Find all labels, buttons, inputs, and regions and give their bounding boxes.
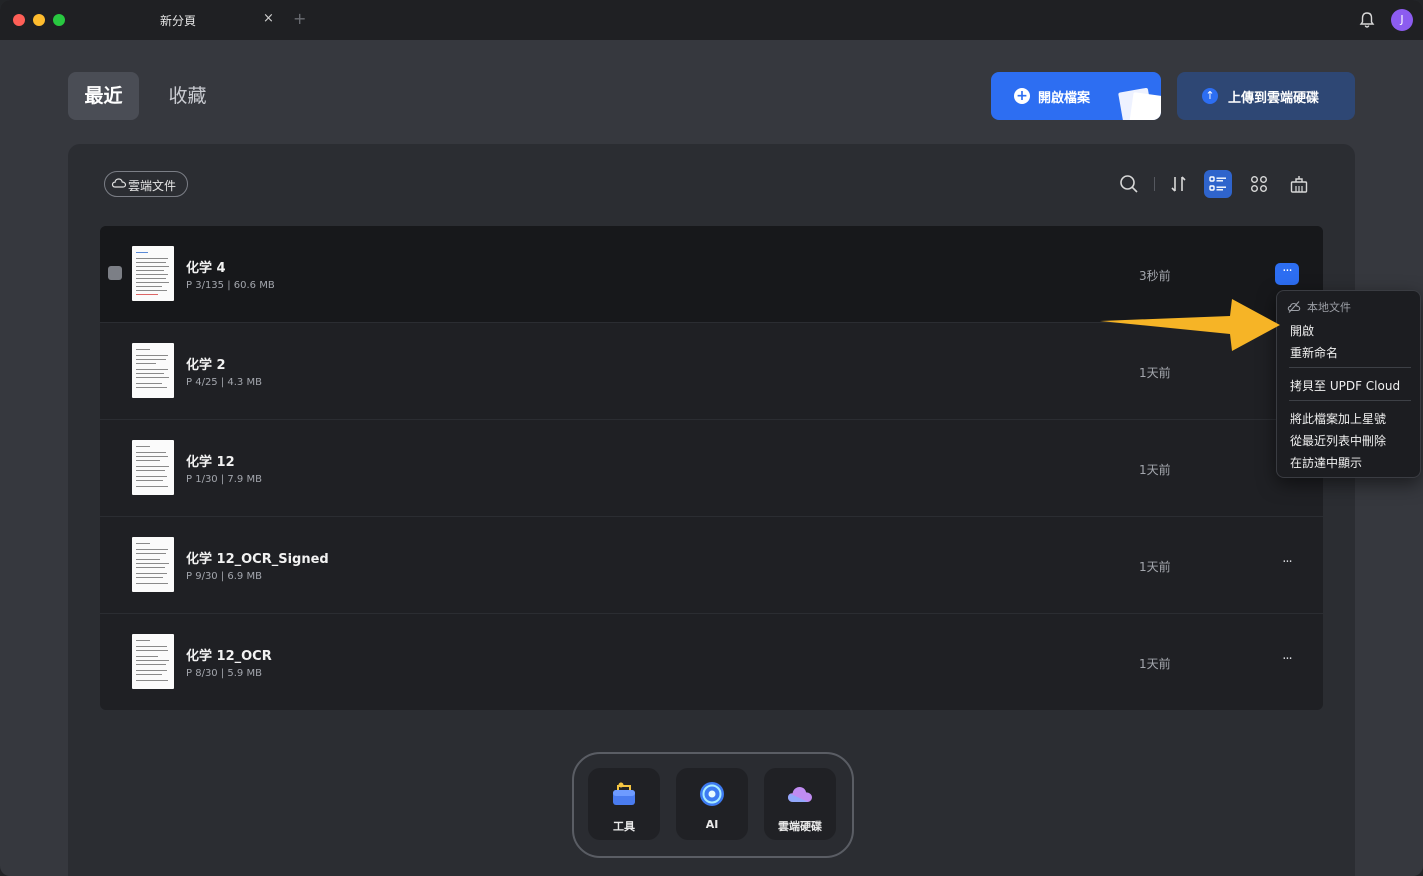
open-file-label: 開啟檔案	[1038, 91, 1091, 106]
upload-label: 上傳到雲端硬碟	[1228, 91, 1320, 106]
tab-new-page[interactable]: 新分頁 ×	[80, 0, 280, 40]
zoom-window-button[interactable]	[53, 14, 65, 26]
file-time: 1天前	[1139, 560, 1171, 574]
file-time: 1天前	[1139, 463, 1171, 477]
dock-tools-label: 工具	[613, 820, 635, 833]
file-time: 1天前	[1139, 366, 1171, 380]
menu-item-copy-to-cloud[interactable]: 拷貝至 UPDF Cloud	[1290, 377, 1400, 394]
upload-arrow-icon: ↑	[1202, 88, 1218, 104]
close-tab-icon[interactable]: ×	[263, 11, 274, 26]
open-file-button[interactable]: + 開啟檔案	[991, 72, 1161, 120]
menu-item-star[interactable]: 將此檔案加上星號	[1290, 410, 1386, 427]
list-view-icon[interactable]	[1204, 170, 1232, 198]
file-meta: P 4/25 | 4.3 MB	[186, 377, 262, 388]
file-context-menu: 本地文件 開啟 重新命名 拷貝至 UPDF Cloud 將此檔案加上星號 從最近…	[1276, 290, 1421, 478]
upload-to-cloud-button[interactable]: ↑ 上傳到雲端硬碟	[1177, 72, 1355, 120]
tab-recent[interactable]: 最近	[68, 72, 139, 120]
toolbox-icon	[613, 782, 635, 805]
tab-favorites[interactable]: 收藏	[152, 72, 223, 120]
dock-ai-button[interactable]: AI	[676, 768, 748, 840]
annotation-arrow	[1100, 299, 1280, 351]
file-thumbnail	[132, 537, 174, 592]
menu-item-show-in-finder[interactable]: 在訪達中顯示	[1290, 454, 1362, 471]
cloud-documents-label: 雲端文件	[128, 179, 177, 193]
more-options-button[interactable]: ···	[1275, 651, 1299, 673]
menu-divider	[1289, 367, 1411, 368]
file-meta: P 8/30 | 5.9 MB	[186, 668, 262, 679]
bottom-dock: 工具 AI 雲端硬碟	[572, 752, 854, 858]
notification-bell-icon[interactable]	[1358, 11, 1376, 29]
file-meta: P 3/135 | 60.6 MB	[186, 280, 275, 291]
menu-item-open[interactable]: 開啟	[1290, 322, 1314, 339]
ai-icon	[700, 782, 724, 806]
menu-divider	[1289, 400, 1411, 401]
cloud-documents-filter[interactable]: 雲端文件	[104, 171, 188, 197]
more-options-button[interactable]: ···	[1275, 263, 1299, 285]
file-time: 3秒前	[1139, 269, 1171, 283]
title-bar: 新分頁 × + J	[0, 0, 1423, 40]
plus-icon: +	[1014, 88, 1030, 104]
file-thumbnail	[132, 246, 174, 301]
file-meta: P 9/30 | 6.9 MB	[186, 571, 262, 582]
toolbar-divider	[1154, 177, 1155, 191]
file-time: 1天前	[1139, 657, 1171, 671]
table-row[interactable]: 化学 12 P 1/30 | 7.9 MB 1天前	[100, 420, 1323, 517]
cloud-icon	[111, 178, 127, 188]
sort-icon[interactable]	[1165, 170, 1193, 198]
dock-cloud-label: 雲端硬碟	[778, 820, 822, 833]
file-name: 化学 12	[186, 455, 235, 470]
search-icon[interactable]	[1115, 170, 1143, 198]
file-thumbnail	[132, 440, 174, 495]
table-row[interactable]: 化学 12_OCR_Signed P 9/30 | 6.9 MB 1天前 ···	[100, 517, 1323, 614]
file-thumbnail	[132, 343, 174, 398]
file-name: 化学 12_OCR	[186, 649, 272, 664]
menu-item-rename[interactable]: 重新命名	[1290, 344, 1338, 361]
more-options-button[interactable]: ···	[1275, 554, 1299, 576]
cloud-icon	[788, 787, 812, 802]
table-row[interactable]: 化学 12_OCR P 8/30 | 5.9 MB 1天前 ···	[100, 614, 1323, 710]
clear-icon[interactable]	[1285, 170, 1313, 198]
menu-item-remove-recent[interactable]: 從最近列表中刪除	[1290, 432, 1386, 449]
row-checkbox[interactable]	[108, 266, 122, 280]
avatar[interactable]: J	[1391, 9, 1413, 31]
file-name: 化学 2	[186, 358, 226, 373]
app-window: 新分頁 × + J 最近 收藏 + 開啟檔案 ↑ 上傳到雲端硬碟 雲端文件 化学…	[0, 0, 1423, 876]
file-meta: P 1/30 | 7.9 MB	[186, 474, 262, 485]
new-tab-button[interactable]: +	[293, 9, 306, 28]
file-name: 化学 4	[186, 261, 226, 276]
close-window-button[interactable]	[13, 14, 25, 26]
file-name: 化学 12_OCR_Signed	[186, 552, 329, 567]
cloud-off-icon	[1287, 301, 1301, 313]
dock-cloud-button[interactable]: 雲端硬碟	[764, 768, 836, 840]
menu-header: 本地文件	[1307, 301, 1351, 314]
grid-view-icon[interactable]	[1245, 170, 1273, 198]
dock-tools-button[interactable]: 工具	[588, 768, 660, 840]
minimize-window-button[interactable]	[33, 14, 45, 26]
document-illustration	[1128, 92, 1161, 120]
tab-title: 新分頁	[160, 14, 197, 28]
dock-ai-label: AI	[705, 818, 719, 831]
file-thumbnail	[132, 634, 174, 689]
